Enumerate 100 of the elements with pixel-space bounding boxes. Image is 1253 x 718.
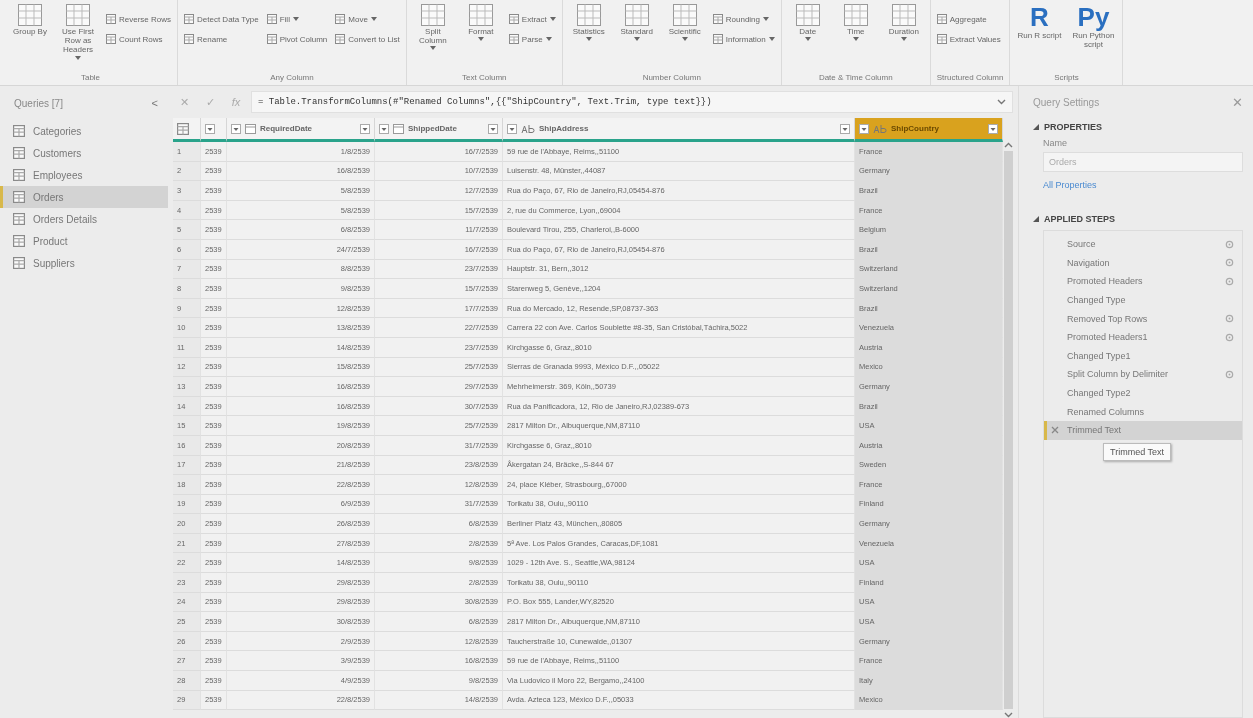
dropdown-icon[interactable] bbox=[488, 123, 498, 134]
caret-icon bbox=[585, 37, 592, 42]
ribbon-button[interactable]: Statistics bbox=[568, 4, 609, 42]
collapse-button[interactable]: < bbox=[151, 97, 158, 109]
applied-step[interactable]: Changed Type2 bbox=[1044, 383, 1242, 403]
ribbon-button[interactable]: Fill bbox=[266, 14, 328, 24]
query-item[interactable]: Product bbox=[0, 230, 168, 252]
query-item[interactable]: Orders Details bbox=[0, 208, 168, 230]
group-label: Scripts bbox=[1053, 72, 1080, 84]
table-icon bbox=[936, 34, 947, 44]
query-item[interactable]: Orders bbox=[0, 186, 168, 208]
ribbon-button[interactable]: Information bbox=[712, 34, 775, 44]
table-icon bbox=[177, 122, 189, 135]
ribbon-button[interactable]: Use First Row as Headers bbox=[58, 4, 98, 60]
applied-step[interactable]: Promoted Headers bbox=[1044, 272, 1242, 291]
ribbon-button[interactable]: Scientific bbox=[664, 4, 705, 42]
ribbon-button[interactable]: Parse bbox=[508, 34, 556, 44]
ribbon-button[interactable]: Convert to List bbox=[335, 34, 400, 44]
field-label: Name bbox=[1043, 138, 1068, 148]
query-item[interactable]: Categories bbox=[0, 120, 168, 142]
dropdown-icon[interactable] bbox=[859, 123, 869, 134]
ribbon-button[interactable]: Time bbox=[835, 4, 876, 42]
chevron-up-icon[interactable] bbox=[1003, 142, 1013, 148]
column-header[interactable]: ShipAddress bbox=[503, 118, 855, 142]
dropdown-icon[interactable] bbox=[988, 123, 998, 134]
caret-icon bbox=[545, 37, 552, 41]
triangle-icon[interactable] bbox=[1033, 216, 1039, 222]
caret-icon bbox=[549, 17, 556, 21]
formula-field[interactable]: = Table.TransformColumns(#"Renamed Columns",{{"ShipCountry", Text.Trim, type text}}) bbox=[251, 91, 1013, 113]
ribbon-button[interactable]: R Run R script bbox=[1016, 4, 1063, 41]
section-heading: APPLIED STEPS bbox=[1044, 214, 1115, 224]
caret-icon bbox=[681, 37, 688, 42]
delete-icon[interactable] bbox=[1051, 426, 1059, 435]
table-icon bbox=[468, 4, 493, 26]
scrollbar[interactable] bbox=[1003, 142, 1013, 718]
ribbon-button[interactable]: Count Rows bbox=[106, 34, 171, 44]
ribbon-button[interactable]: Pivot Column bbox=[266, 34, 328, 44]
table-icon bbox=[13, 235, 25, 247]
table-icon bbox=[420, 4, 445, 26]
table-icon bbox=[13, 257, 25, 269]
dropdown-icon[interactable] bbox=[205, 123, 215, 134]
dropdown-icon[interactable] bbox=[840, 123, 850, 134]
table-icon bbox=[13, 147, 25, 159]
chevron-down-icon[interactable] bbox=[1003, 712, 1013, 718]
applied-step[interactable]: Changed Type1 bbox=[1044, 346, 1242, 366]
column-header[interactable]: RequiredDate bbox=[227, 118, 375, 142]
table-icon bbox=[106, 14, 116, 24]
query-item[interactable]: Employees bbox=[0, 164, 168, 186]
applied-step[interactable]: Removed Top Rows bbox=[1044, 309, 1242, 328]
caret-icon bbox=[900, 37, 907, 42]
query-item[interactable]: Customers bbox=[0, 142, 168, 164]
query-item[interactable]: Suppliers bbox=[0, 252, 168, 274]
applied-step[interactable]: Navigation bbox=[1044, 253, 1242, 273]
ribbon-button[interactable]: Group By bbox=[10, 4, 50, 37]
triangle-icon[interactable] bbox=[1033, 124, 1039, 130]
caret-icon bbox=[633, 37, 640, 42]
table-icon bbox=[712, 34, 723, 44]
applied-step[interactable]: Source bbox=[1044, 235, 1242, 254]
ribbon-button[interactable]: Rename bbox=[184, 34, 259, 44]
ribbon-button[interactable]: Format bbox=[460, 4, 501, 42]
ribbon-button[interactable]: Duration bbox=[883, 4, 924, 42]
column-header[interactable]: ShipCountry bbox=[855, 118, 1003, 142]
dropdown-icon[interactable] bbox=[379, 123, 389, 134]
table-icon bbox=[672, 4, 697, 26]
ribbon-button[interactable]: Split Column bbox=[412, 4, 453, 51]
table-icon bbox=[795, 4, 820, 26]
dropdown-icon[interactable] bbox=[231, 123, 241, 134]
ribbon-button[interactable]: Reverse Rows bbox=[106, 14, 171, 24]
group-label: Number Column bbox=[641, 72, 702, 84]
dropdown-icon[interactable] bbox=[360, 123, 370, 134]
group-label: Table bbox=[79, 72, 102, 84]
column-header[interactable]: ShippedDate bbox=[375, 118, 503, 142]
table-icon bbox=[508, 14, 519, 24]
applied-step[interactable]: Renamed Columns bbox=[1044, 402, 1242, 421]
ribbon-button[interactable]: Move bbox=[335, 14, 400, 24]
applied-step[interactable]: Split Column by Delimiter bbox=[1044, 365, 1242, 384]
ribbon-button[interactable]: Extract Values bbox=[936, 34, 1001, 44]
table-icon bbox=[266, 14, 277, 24]
ribbon-button[interactable]: Date bbox=[787, 4, 828, 42]
ribbon-button[interactable]: Aggregate bbox=[936, 14, 1001, 24]
table-icon bbox=[335, 14, 346, 24]
ribbon-button[interactable]: Extract bbox=[508, 14, 556, 24]
applied-step[interactable]: Promoted Headers1 bbox=[1044, 327, 1242, 347]
column-header[interactable] bbox=[201, 118, 227, 142]
caret-icon bbox=[429, 46, 436, 51]
ribbon-button[interactable]: Py Run Python script bbox=[1070, 4, 1117, 50]
table-menu[interactable] bbox=[173, 118, 201, 142]
applied-step[interactable]: Trimmed Text bbox=[1044, 420, 1242, 440]
all-properties-link[interactable]: All Properties bbox=[1043, 180, 1243, 190]
table-icon bbox=[106, 34, 116, 44]
ribbon-button[interactable]: Rounding bbox=[712, 14, 775, 24]
ribbon-button[interactable]: Standard bbox=[616, 4, 657, 42]
table-icon bbox=[18, 4, 42, 26]
applied-step[interactable]: Changed Type bbox=[1044, 290, 1242, 310]
chevron-down-icon[interactable] bbox=[997, 99, 1006, 105]
tooltip: Trimmed Text bbox=[1103, 443, 1171, 461]
table-icon bbox=[13, 213, 25, 225]
dropdown-icon[interactable] bbox=[507, 123, 517, 134]
ribbon-button[interactable]: Detect Data Type bbox=[184, 14, 259, 24]
table-icon bbox=[576, 4, 601, 26]
